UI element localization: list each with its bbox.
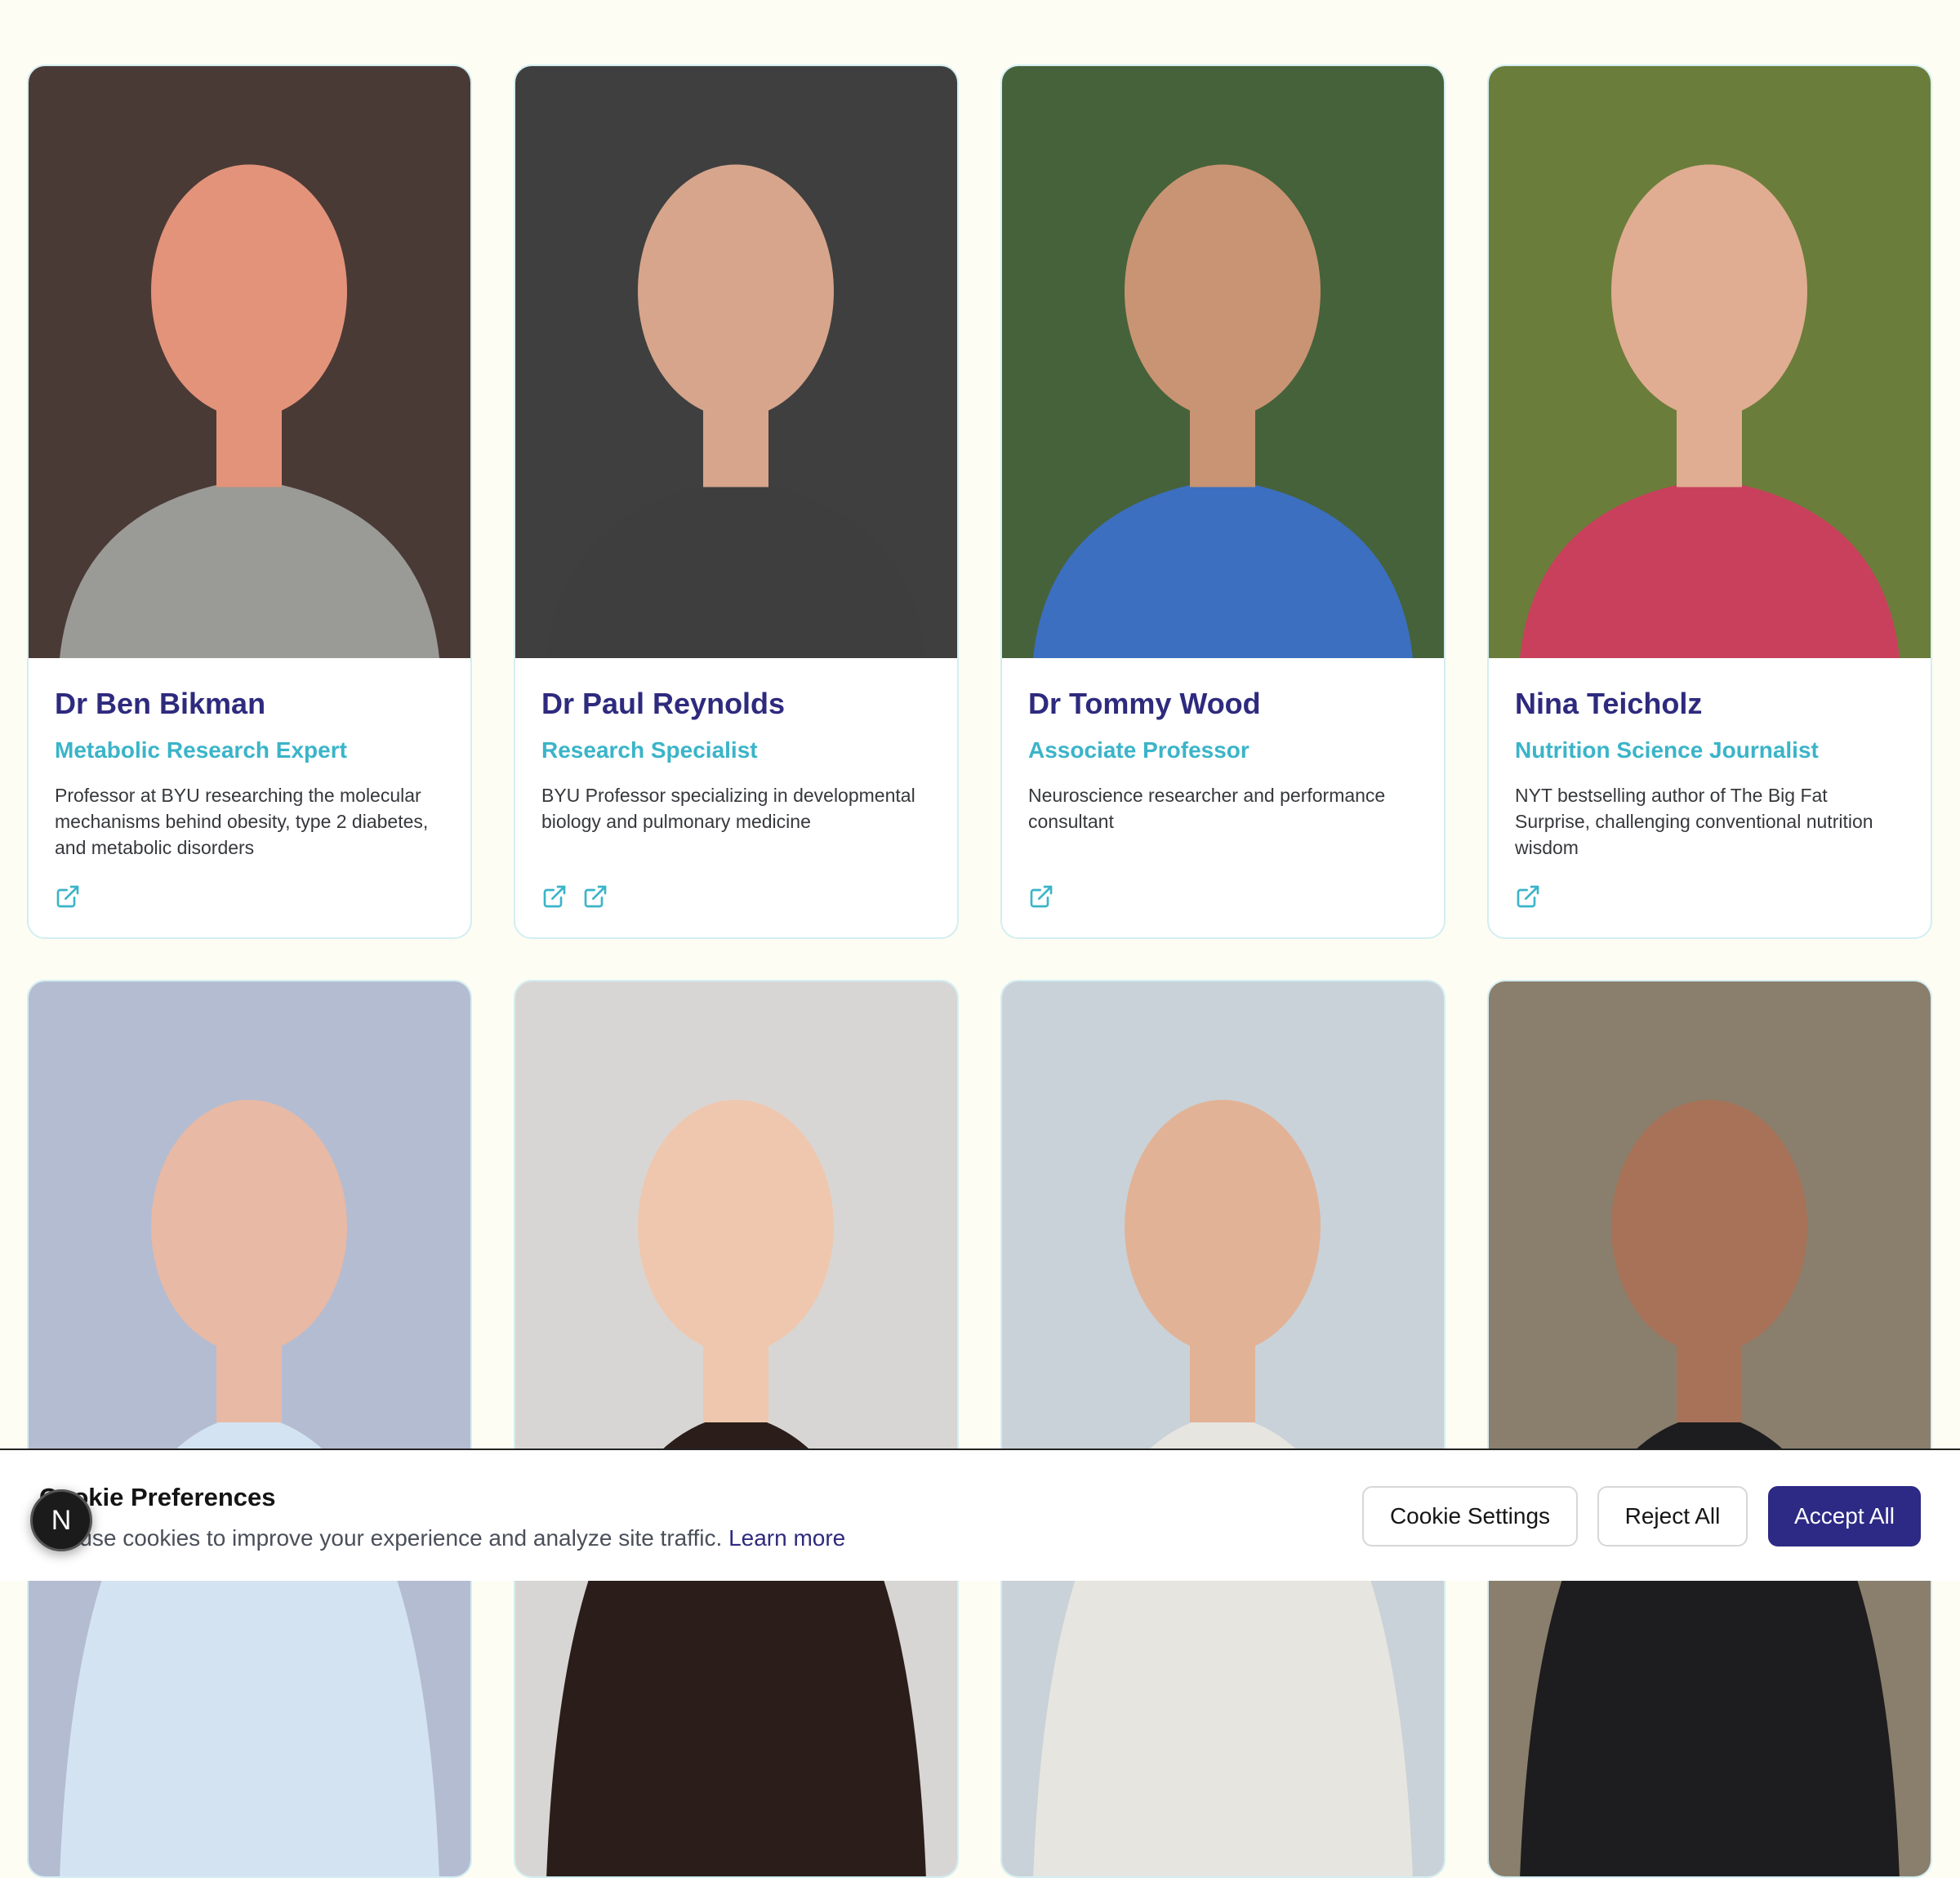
- expert-name: Dr Tommy Wood: [1028, 687, 1261, 720]
- expert-description: NYT bestselling author of The Big Fat Su…: [1515, 785, 1873, 859]
- external-link-icon[interactable]: [541, 883, 568, 910]
- expert-photo: [29, 981, 470, 1876]
- cookie-settings-button[interactable]: Cookie Settings: [1362, 1486, 1578, 1546]
- expert-description: BYU Professor specializing in developmen…: [541, 785, 915, 833]
- expert-name: Nina Teicholz: [1515, 687, 1703, 720]
- expert-name: Dr Paul Reynolds: [541, 687, 786, 720]
- expert-card: Nina Teicholz Nutrition Science Journali…: [1487, 65, 1932, 939]
- expert-photo: [29, 66, 470, 658]
- experts-grid: Dr Ben Bikman Metabolic Research Expert …: [27, 65, 1935, 1878]
- n-logo-badge[interactable]: N: [30, 1489, 92, 1551]
- external-link-icon[interactable]: [55, 883, 81, 910]
- expert-role: Nutrition Science Journalist: [1515, 737, 1819, 763]
- expert-role: Associate Professor: [1028, 737, 1250, 763]
- cookie-banner-message: We use cookies to improve your experienc…: [39, 1525, 723, 1551]
- expert-card: [514, 980, 959, 1878]
- external-link-icon[interactable]: [1515, 883, 1541, 910]
- expert-photo: [1489, 981, 1931, 1876]
- expert-name: Dr Ben Bikman: [55, 687, 266, 720]
- expert-links: [541, 883, 931, 910]
- expert-card: Dr Ben Bikman Metabolic Research Expert …: [27, 65, 472, 939]
- expert-links: [1028, 883, 1418, 910]
- cookie-banner-text: We use cookies to improve your experienc…: [39, 1525, 845, 1551]
- reject-all-button[interactable]: Reject All: [1597, 1486, 1748, 1546]
- expert-links: [1515, 883, 1904, 910]
- expert-photo: [1489, 66, 1931, 658]
- expert-photo: [515, 66, 957, 658]
- expert-card: Dr Tommy Wood Associate Professor Neuros…: [1000, 65, 1446, 939]
- expert-description: Neuroscience researcher and performance …: [1028, 785, 1386, 833]
- expert-links: [55, 883, 444, 910]
- expert-card: [1000, 980, 1446, 1878]
- expert-card: [1487, 980, 1932, 1878]
- expert-card: [27, 980, 472, 1878]
- expert-description: Professor at BYU researching the molecul…: [55, 785, 429, 859]
- accept-all-button[interactable]: Accept All: [1768, 1486, 1921, 1546]
- expert-photo: [515, 981, 957, 1876]
- expert-role: Metabolic Research Expert: [55, 737, 347, 763]
- expert-photo: [1002, 981, 1444, 1876]
- expert-card: Dr Paul Reynolds Research Specialist BYU…: [514, 65, 959, 939]
- expert-role: Research Specialist: [541, 737, 758, 763]
- learn-more-link[interactable]: Learn more: [728, 1525, 845, 1551]
- cookie-banner: Cookie Preferences We use cookies to imp…: [0, 1449, 1960, 1581]
- external-link-icon[interactable]: [1028, 883, 1054, 910]
- expert-photo: [1002, 66, 1444, 658]
- external-link-icon[interactable]: [582, 883, 608, 910]
